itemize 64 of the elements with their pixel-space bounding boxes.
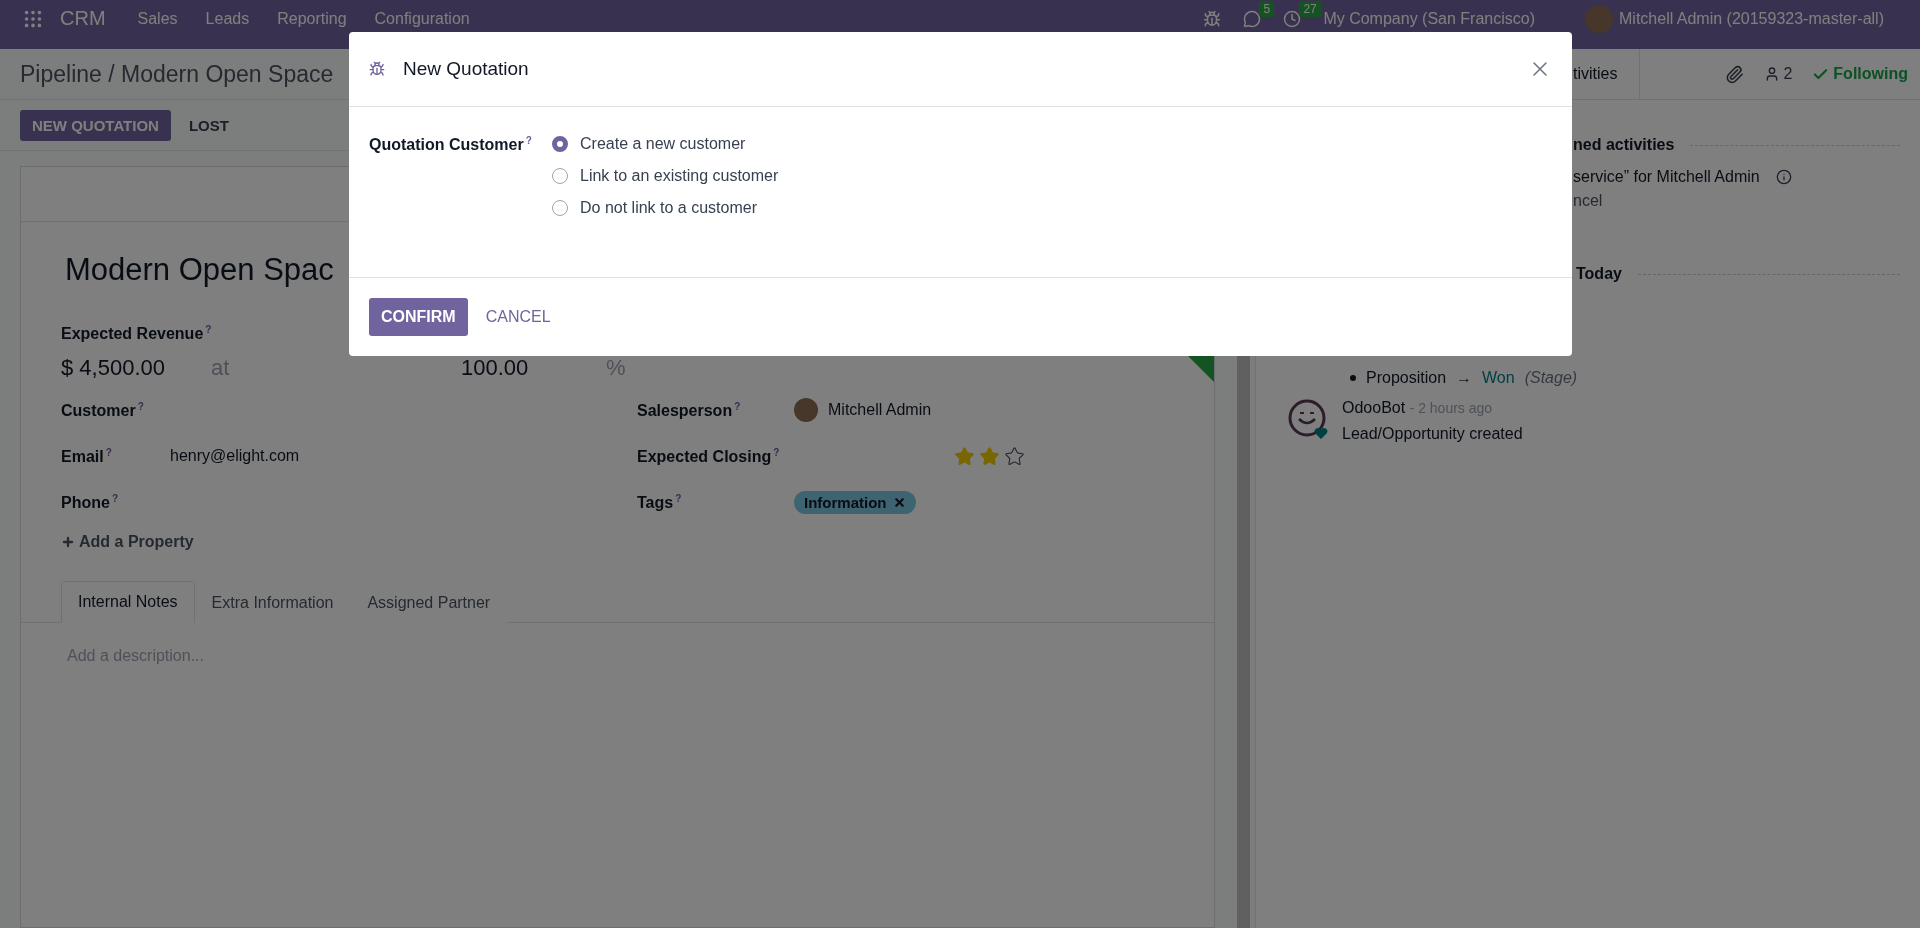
action-button[interactable]: NEW QUOTATION [20, 109, 171, 141]
menu-item[interactable]: Leads [205, 9, 250, 28]
add-property-link[interactable]: Add a Property [61, 533, 1174, 552]
tab[interactable]: Internal Notes [61, 581, 195, 624]
cancel-link[interactable]: ncel [1573, 192, 1603, 210]
field-label: Expected Closing$^{?}$ [637, 448, 780, 465]
message-author: OdooBot [1342, 399, 1406, 416]
date-header: Today [1576, 265, 1622, 283]
count-badge: 27 [1299, 0, 1321, 17]
radio-option[interactable]: Create a new customer [552, 135, 1552, 153]
radio-button[interactable] [552, 200, 568, 216]
following-button[interactable]: Following [1812, 65, 1908, 83]
field-value: Mitchell Admin [828, 401, 932, 420]
confirm-button[interactable]: CONFIRM [369, 298, 468, 336]
avatar [794, 398, 818, 423]
tracking-field: (Stage) [1524, 369, 1578, 387]
cancel-button[interactable]: CANCEL [473, 298, 563, 336]
radio-button[interactable] [552, 136, 568, 152]
radio-option[interactable]: Do not link to a customer [552, 199, 1552, 217]
attachment-icon[interactable] [1725, 64, 1745, 84]
radio-button[interactable] [552, 168, 568, 184]
activities-icon[interactable] [1283, 9, 1302, 28]
tracking-new-value: Won [1482, 369, 1515, 387]
app-name: CRM [60, 7, 106, 30]
user-menu[interactable]: Mitchell Admin (20159323-master-all) [1619, 9, 1884, 28]
field-label: Customer$^{?}$ [61, 402, 144, 419]
tracking-old-value: Proposition [1366, 369, 1447, 387]
breadcrumb: Pipeline / Modern Open Space [20, 60, 334, 88]
probability-value: 100.00 [461, 355, 529, 381]
percent-sign: % [606, 355, 626, 382]
record-title: Modern Open Spac [65, 252, 335, 288]
priority-stars[interactable] [954, 445, 1025, 467]
company-switcher[interactable]: My Company (San Francisco) [1323, 9, 1535, 28]
debug-icon[interactable] [1203, 9, 1222, 28]
debug-icon[interactable] [369, 61, 385, 77]
menu-item[interactable]: Sales [137, 9, 178, 28]
followers-button[interactable]: 2 [1764, 65, 1793, 83]
field-label: Salesperson$^{?}$ [637, 402, 741, 419]
action-button[interactable]: LOST [176, 109, 241, 141]
remove-icon[interactable] [892, 495, 906, 509]
activities-button[interactable]: tivities [1573, 65, 1618, 83]
avatar [1585, 4, 1613, 33]
radio-option[interactable]: Link to an existing customer [552, 167, 1552, 185]
messages-icon[interactable] [1243, 9, 1262, 28]
bullet-dot [1350, 375, 1356, 381]
info-icon[interactable] [1775, 169, 1792, 185]
activity-summary: service” for Mitchell Admin [1573, 168, 1760, 186]
plus-icon [61, 535, 75, 550]
menu-item[interactable]: Reporting [277, 9, 347, 28]
tag: Information [794, 490, 916, 514]
count-badge: 5 [1259, 0, 1275, 17]
field-label: Quotation Customer$^{?}$ [369, 135, 533, 156]
menu-item[interactable]: Configuration [374, 9, 470, 28]
bot-avatar-icon [1288, 399, 1330, 441]
revenue-value: $ 4,500.00 [61, 355, 165, 381]
field-label: Tags$^{?}$ [637, 494, 682, 511]
section-header: ned activities [1573, 136, 1675, 154]
dialog-title: New Quotation [403, 58, 529, 80]
field-label: Phone$^{?}$ [61, 494, 118, 511]
field-label: Email$^{?}$ [61, 448, 112, 465]
arrow-icon: → [1456, 369, 1473, 387]
message-body: Lead/Opportunity created [1342, 425, 1523, 443]
field-label: Expected Revenue$^{?}$ [61, 324, 213, 344]
field-value: henry@elight.com [170, 447, 300, 466]
